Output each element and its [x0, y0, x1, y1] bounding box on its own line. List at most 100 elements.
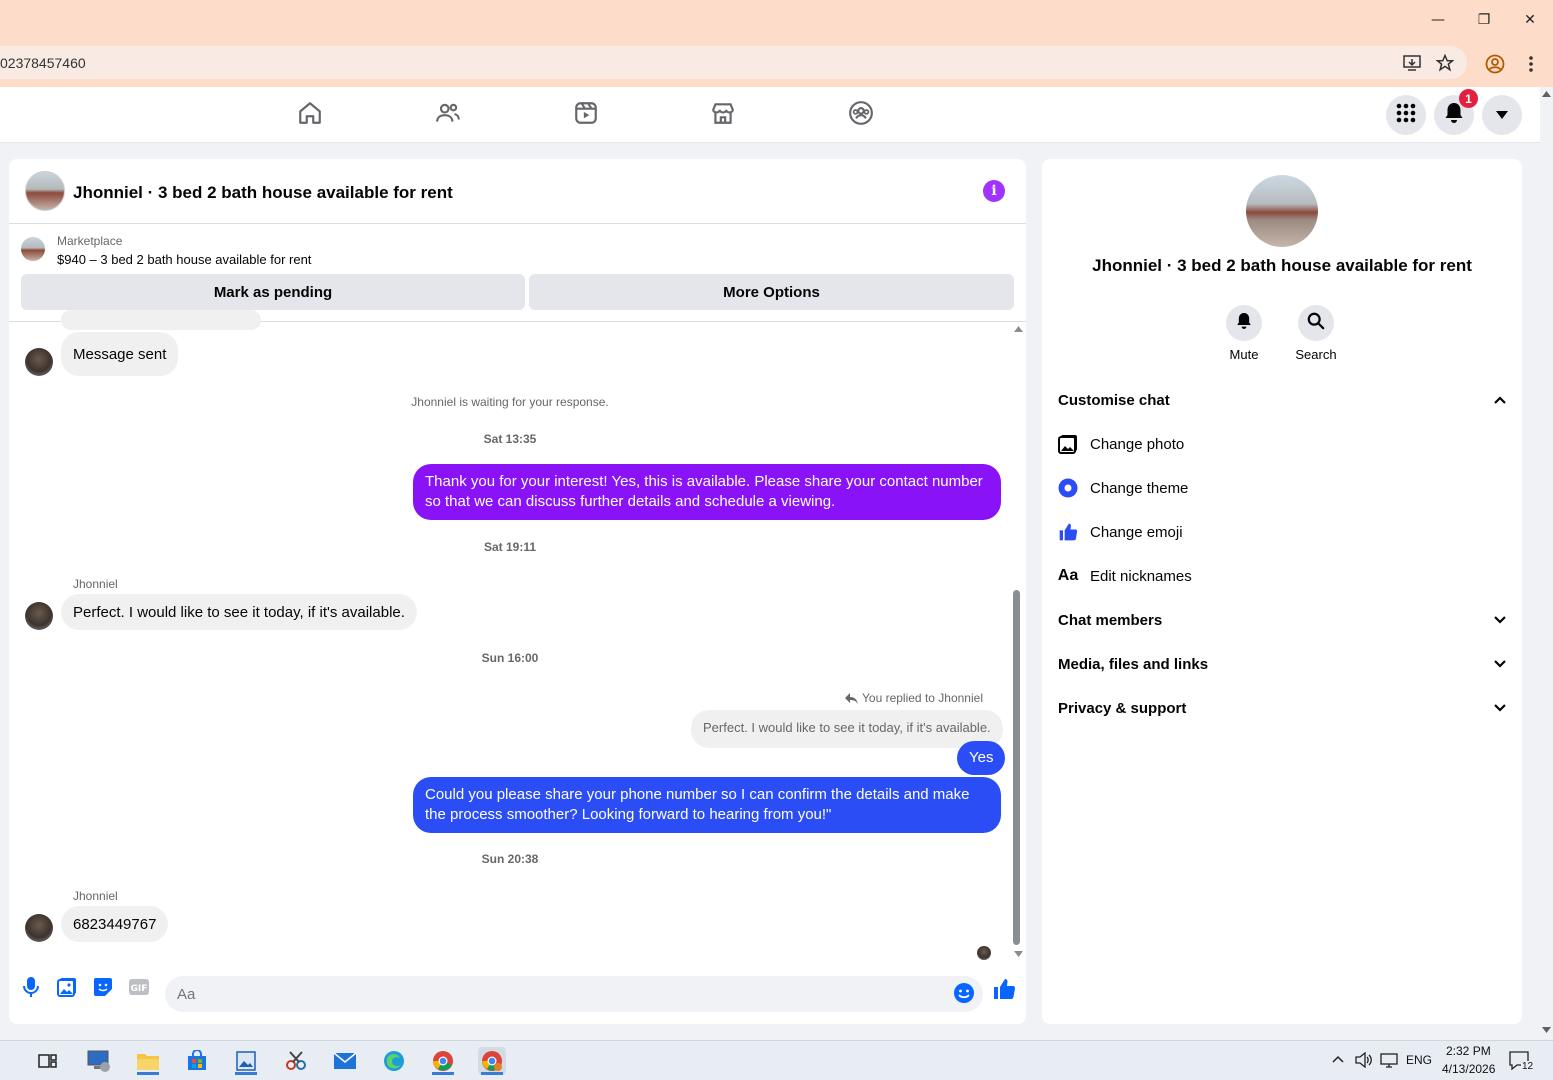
- language-indicator[interactable]: ENG: [1406, 1053, 1432, 1067]
- conversation-title[interactable]: Jhonniel · 3 bed 2 bath house available …: [73, 183, 453, 203]
- clock-time[interactable]: 2:32 PM: [1446, 1044, 1491, 1058]
- message-bubble-incoming[interactable]: Perfect. I would like to see it today, i…: [61, 594, 417, 630]
- kebab-menu-icon[interactable]: [1519, 52, 1543, 76]
- active-indicator: [235, 1072, 257, 1075]
- info-icon[interactable]: i: [983, 180, 1005, 202]
- change-photo-option[interactable]: Change photo: [1058, 422, 1508, 466]
- seen-avatar: [977, 946, 991, 960]
- snipping-tool-icon[interactable]: [282, 1047, 310, 1075]
- message-composer: GIF: [9, 961, 1026, 1024]
- thumbs-up-icon: [1058, 522, 1078, 542]
- emoji-icon[interactable]: [952, 981, 976, 1005]
- section-label: Customise chat: [1058, 391, 1170, 409]
- conversation-info-panel: Jhonniel · 3 bed 2 bath house available …: [1042, 159, 1522, 1024]
- waiting-status: Jhonniel is waiting for your response.: [411, 395, 609, 409]
- close-button[interactable]: ✕: [1515, 6, 1545, 34]
- sticker-icon[interactable]: [91, 975, 115, 999]
- menu-button[interactable]: [1386, 95, 1426, 135]
- gif-icon[interactable]: GIF: [127, 975, 151, 999]
- volume-icon[interactable]: [1355, 1051, 1373, 1071]
- conversation-avatar[interactable]: [25, 171, 65, 211]
- home-tab[interactable]: [260, 87, 360, 143]
- chat-members-section[interactable]: Chat members: [1058, 598, 1508, 642]
- conversation-avatar-large[interactable]: [1246, 175, 1318, 247]
- contact-avatar[interactable]: [25, 348, 53, 376]
- notification-count: 12: [1521, 1061, 1535, 1072]
- microsoft-store-icon[interactable]: [183, 1047, 211, 1075]
- timestamp: Sat 13:35: [483, 432, 537, 446]
- edit-nicknames-option[interactable]: Aa Edit nicknames: [1058, 554, 1508, 598]
- reply-icon: [845, 692, 858, 704]
- account-button[interactable]: [1482, 95, 1522, 135]
- clock-date[interactable]: 4/13/2026: [1442, 1062, 1495, 1076]
- active-indicator: [481, 1072, 503, 1075]
- text-aa-icon: Aa: [1057, 567, 1079, 584]
- option-label: Change photo: [1090, 435, 1185, 453]
- image-viewer-icon[interactable]: [232, 1047, 260, 1075]
- this-pc-icon[interactable]: [85, 1047, 113, 1075]
- caret-down-icon: [1496, 106, 1508, 124]
- marketplace-icon: [710, 100, 736, 131]
- star-icon[interactable]: [1435, 54, 1455, 72]
- video-tab[interactable]: [536, 87, 636, 143]
- chrome-icon[interactable]: [429, 1047, 457, 1075]
- message-bubble-outgoing[interactable]: Thank you for your interest! Yes, this i…: [413, 464, 1001, 520]
- task-view-icon[interactable]: [34, 1047, 62, 1075]
- profile-icon[interactable]: [1483, 52, 1507, 76]
- media-files-links-section[interactable]: Media, files and links: [1058, 642, 1508, 686]
- listing-title[interactable]: $940 – 3 bed 2 bath house available for …: [57, 252, 311, 267]
- minimize-button[interactable]: —: [1423, 6, 1453, 34]
- option-label: Change emoji: [1090, 523, 1183, 541]
- photo-icon: [1058, 434, 1078, 454]
- listing-thumbnail[interactable]: [21, 237, 45, 261]
- mute-label: Mute: [1229, 347, 1259, 362]
- change-emoji-option[interactable]: Change emoji: [1058, 510, 1508, 554]
- privacy-support-section[interactable]: Privacy & support: [1058, 686, 1508, 730]
- previous-message-bubble: [61, 310, 261, 330]
- message-input[interactable]: [165, 976, 983, 1012]
- timestamp: Sat 19:11: [483, 540, 537, 554]
- file-explorer-icon[interactable]: [134, 1047, 162, 1075]
- microphone-icon[interactable]: [19, 975, 43, 999]
- contact-avatar[interactable]: [25, 914, 53, 942]
- scrollbar-thumb[interactable]: [1013, 590, 1020, 945]
- chat-panel: Jhonniel · 3 bed 2 bath house available …: [9, 159, 1026, 1024]
- customise-chat-section[interactable]: Customise chat: [1058, 378, 1508, 422]
- edge-icon[interactable]: [380, 1047, 408, 1075]
- notifications-button[interactable]: 1: [1434, 89, 1478, 135]
- address-bar[interactable]: 02378457460: [0, 46, 1467, 79]
- message-bubble-incoming[interactable]: 6823449767: [61, 906, 169, 942]
- groups-tab[interactable]: [811, 87, 911, 143]
- contact-avatar[interactable]: [25, 602, 53, 630]
- network-icon[interactable]: [1380, 1052, 1398, 1071]
- install-icon[interactable]: [1402, 54, 1422, 72]
- photo-icon[interactable]: [55, 975, 79, 999]
- chat-header: Jhonniel · 3 bed 2 bath house available …: [9, 159, 1026, 224]
- thumbs-up-icon[interactable]: [992, 977, 1016, 1001]
- message-bubble-incoming[interactable]: Message sent: [61, 332, 179, 376]
- search-icon: [1307, 312, 1325, 335]
- quoted-message[interactable]: Perfect. I would like to see it today, i…: [691, 710, 1003, 748]
- chevron-down-icon: [1492, 612, 1508, 628]
- message-bubble-outgoing[interactable]: Yes: [957, 741, 1006, 775]
- svg-text:GIF: GIF: [131, 984, 148, 994]
- mail-icon[interactable]: [331, 1047, 359, 1075]
- mute-action[interactable]: Mute: [1214, 305, 1274, 362]
- marketplace-tab[interactable]: [673, 87, 773, 143]
- more-options-button[interactable]: More Options: [529, 274, 1014, 310]
- chevron-up-icon: [1492, 392, 1508, 408]
- chrome-profile-icon[interactable]: [478, 1047, 506, 1075]
- message-list[interactable]: Message sent Jhonniel is waiting for you…: [9, 310, 1026, 961]
- sender-name: Jhonniel: [73, 577, 118, 591]
- mark-as-pending-button[interactable]: Mark as pending: [21, 274, 525, 310]
- restore-button[interactable]: ❐: [1469, 6, 1499, 34]
- page-scrollbar[interactable]: [1540, 87, 1553, 1040]
- timestamp: Sun 16:00: [481, 651, 539, 665]
- change-theme-option[interactable]: Change theme: [1058, 466, 1508, 510]
- show-hidden-icons[interactable]: [1332, 1052, 1344, 1066]
- message-bubble-outgoing[interactable]: Could you please share your phone number…: [413, 777, 1001, 833]
- friends-tab[interactable]: [398, 87, 498, 143]
- replied-indicator: You replied to Jhonniel: [845, 691, 983, 705]
- url-text: 02378457460: [0, 55, 86, 71]
- search-action[interactable]: Search: [1286, 305, 1346, 362]
